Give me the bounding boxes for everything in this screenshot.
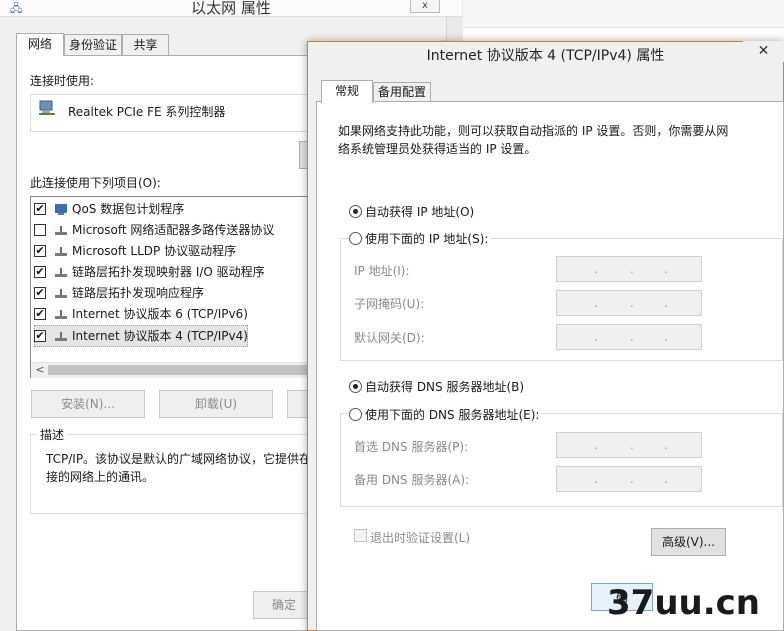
checkbox[interactable]: ✔ [34,330,46,342]
ok-button-background[interactable]: 确定 [253,591,315,619]
tab-alternate-config[interactable]: 备用配置 [373,82,431,101]
install-button[interactable]: 安装(N)... [31,390,145,418]
ip-dot: . [630,330,634,344]
dialog-title: Internet 协议版本 4 (TCP/IPv4) 属性 [426,48,665,64]
item-label: Internet 协议版本 6 (TCP/IPv6) [72,307,248,321]
window-title: 以太网 属性 [191,0,271,17]
ip-address-field[interactable]: . . . [556,256,702,282]
intro-text: 如果网络支持此功能，则可以获取自动指派的 IP 设置。否则，你需要从网 [338,124,729,138]
background-app-strip [463,0,784,28]
auto-ip-label[interactable]: 自动获得 IP 地址(O) [363,203,477,220]
preferred-dns-label: 首选 DNS 服务器(P): [354,440,469,454]
ip-dot: . [630,438,634,452]
item-label: Microsoft 网络适配器多路传送器协议 [72,223,275,237]
protocol-icon [55,310,67,319]
qos-service-icon [55,204,67,215]
items-label: 此连接使用下列项目(O): [30,176,161,190]
adapter-name: Realtek PCIe FE 系列控制器 [68,105,226,119]
tab-sharing[interactable]: 共享 [122,34,169,55]
intro-text: 络系统管理员处获得适当的 IP 设置。 [338,142,537,156]
auto-ip-radio[interactable] [349,205,362,218]
item-label: 链路层拓扑发现映射器 I/O 驱动程序 [72,265,265,279]
manual-ip-radio[interactable] [349,232,362,245]
manual-dns-label[interactable]: 使用下面的 DNS 服务器地址(E): [363,406,542,423]
ip-dot: . [630,262,634,276]
tab-authentication[interactable]: 身份验证 [64,34,122,55]
preferred-dns-field[interactable]: . . . [556,432,702,458]
gateway-label: 默认网关(D): [354,331,425,345]
protocol-icon [55,268,67,277]
manual-dns-group [340,413,783,507]
watermark-text: 37uu.cn [607,583,760,623]
auto-dns-radio[interactable] [349,380,362,393]
ip-dot: . [594,262,598,276]
ip-dot: . [594,472,598,486]
validate-on-exit-checkbox[interactable] [354,529,367,542]
description-text: 接的网络上的通讯。 [46,470,155,484]
scroll-left-icon[interactable]: < [33,362,47,378]
ip-dot: . [664,330,668,344]
protocol-icon [55,289,67,298]
checkbox[interactable]: ✔ [34,308,46,320]
checkbox[interactable]: ✔ [34,287,46,299]
advanced-button[interactable]: 高级(V)... [651,528,726,556]
item-label: 链路层拓扑发现响应程序 [72,286,205,300]
subnet-mask-field[interactable]: . . . [556,290,702,316]
checkbox[interactable] [34,224,46,236]
auto-dns-label[interactable]: 自动获得 DNS 服务器地址(B) [363,378,527,395]
checkbox[interactable]: ✔ [34,266,46,278]
tab-network[interactable]: 网络 [16,33,64,56]
item-label: QoS 数据包计划程序 [72,202,185,216]
alternate-dns-field[interactable]: . . . [556,466,702,492]
ip-dot: . [664,296,668,310]
manual-ip-label[interactable]: 使用下面的 IP 地址(S): [363,230,491,247]
manual-dns-radio[interactable] [349,408,362,421]
item-label: Internet 协议版本 4 (TCP/IPv4) [72,329,248,343]
checkbox[interactable]: ✔ [34,203,46,215]
validate-on-exit-label: 退出时验证设置(L) [370,531,471,545]
description-title: 描述 [37,426,68,443]
item-label: Microsoft LLDP 协议驱动程序 [72,244,237,258]
tab-general[interactable]: 常规 [321,80,373,103]
dialog-close-button[interactable]: ✕ [743,41,784,62]
gateway-field[interactable]: . . . [556,324,702,350]
checkbox[interactable]: ✔ [34,245,46,257]
protocol-icon [55,332,67,341]
ip-dot: . [594,296,598,310]
uninstall-button[interactable]: 卸载(U) [159,390,273,418]
ip-dot: . [594,438,598,452]
connect-using-label: 连接时使用: [30,74,95,88]
ip-dot: . [664,262,668,276]
subnet-mask-label: 子网掩码(U): [354,297,425,311]
ip-dot: . [594,330,598,344]
protocol-icon [55,247,67,256]
ip-dot: . [630,472,634,486]
ip-address-label: IP 地址(I): [354,264,410,278]
network-adapter-icon [39,100,55,115]
alternate-dns-label: 备用 DNS 服务器(A): [354,473,470,487]
close-button[interactable]: x [410,0,440,13]
ip-dot: . [664,472,668,486]
ip-dot: . [664,438,668,452]
description-text: TCP/IP。该协议是默认的广域网络协议，它提供在 [46,452,312,466]
protocol-icon [55,226,67,235]
ip-dot: . [630,296,634,310]
